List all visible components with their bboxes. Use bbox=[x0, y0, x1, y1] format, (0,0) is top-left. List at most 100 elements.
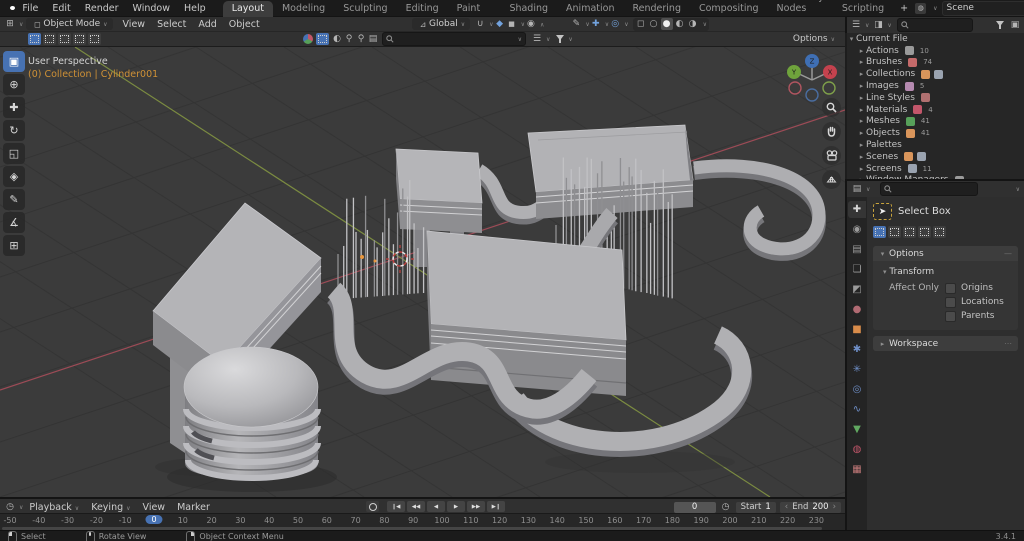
viewport-menu-object[interactable]: Object bbox=[223, 19, 266, 30]
select-mode-new-icon[interactable] bbox=[28, 33, 41, 45]
properties-tab-physics[interactable]: ◎ bbox=[848, 381, 866, 398]
pan-hand-icon[interactable] bbox=[822, 122, 841, 141]
outliner-search-input[interactable] bbox=[897, 18, 973, 32]
object-center-platform[interactable] bbox=[427, 231, 626, 396]
transform-subpanel-header[interactable]: ▾ Transform bbox=[883, 267, 1014, 277]
chevron-down-icon[interactable]: ∨ bbox=[1016, 186, 1020, 193]
properties-tab-view-layer[interactable]: ❏ bbox=[848, 261, 866, 278]
menu-help[interactable]: Help bbox=[177, 3, 213, 14]
panel-drag-grip[interactable]: ⋯ bbox=[1004, 339, 1013, 348]
workspace-tab-compositing[interactable]: Compositing bbox=[690, 1, 768, 17]
viewport-menu-add[interactable]: Add bbox=[192, 19, 222, 30]
options-dropdown[interactable]: Options ∨ bbox=[793, 34, 835, 44]
select-mode-intersect-icon[interactable] bbox=[88, 33, 101, 45]
outliner-item-actions[interactable]: ▸Actions10 bbox=[847, 45, 1024, 57]
ruler-tick[interactable]: 190 bbox=[694, 516, 709, 525]
ruler-tick[interactable]: 160 bbox=[607, 516, 622, 525]
scene-icon[interactable]: ◍ bbox=[915, 3, 926, 14]
select-mode-extend-icon[interactable] bbox=[888, 226, 901, 238]
outliner-item-materials[interactable]: ▸Materials4 bbox=[847, 104, 1024, 116]
gizmo-icon[interactable]: ✚ bbox=[590, 18, 602, 30]
add-cube-tool[interactable]: ⊞ bbox=[3, 235, 25, 256]
play-button[interactable]: ▶ bbox=[447, 501, 465, 512]
properties-tab-world[interactable]: ● bbox=[848, 301, 866, 318]
ruler-tick[interactable]: 140 bbox=[550, 516, 565, 525]
checkbox-origins[interactable] bbox=[945, 283, 956, 294]
properties-tab-material[interactable]: ◍ bbox=[848, 441, 866, 458]
disclosure-triangle-icon[interactable]: ▸ bbox=[857, 141, 866, 149]
outliner-item-palettes[interactable]: ▸Palettes bbox=[847, 139, 1024, 151]
outliner-item-collections[interactable]: ▸Collections bbox=[847, 68, 1024, 80]
outliner-item-screens[interactable]: ▸Screens11 bbox=[847, 163, 1024, 175]
ruler-tick[interactable]: 180 bbox=[665, 516, 680, 525]
timeline-editor-icon[interactable]: ◷ bbox=[4, 501, 16, 513]
disclosure-triangle-icon[interactable]: ▸ bbox=[857, 117, 866, 125]
properties-tab-render[interactable]: ◉ bbox=[848, 221, 866, 238]
ruler-tick[interactable]: 80 bbox=[379, 516, 389, 525]
funnel-filter-icon[interactable] bbox=[555, 34, 565, 44]
current-frame-field[interactable]: 0 bbox=[674, 502, 716, 513]
properties-search-input[interactable] bbox=[880, 182, 978, 196]
disclosure-triangle-icon[interactable]: ▸ bbox=[857, 82, 866, 90]
record-button[interactable] bbox=[366, 501, 379, 512]
jump-to-start-button[interactable]: ❙◀ bbox=[387, 501, 405, 512]
zoom-icon[interactable] bbox=[822, 98, 841, 117]
properties-tab-texture[interactable]: ▦ bbox=[848, 461, 866, 478]
solid-shading-icon[interactable]: ● bbox=[661, 18, 673, 30]
disclosure-triangle-icon[interactable]: ▸ bbox=[857, 165, 866, 173]
disclosure-triangle-icon[interactable]: ▸ bbox=[857, 58, 866, 66]
id-type-icon[interactable] bbox=[303, 34, 313, 44]
sphere-filter-icon[interactable]: ◐ bbox=[331, 33, 343, 45]
ruler-tick[interactable]: 20 bbox=[207, 516, 217, 525]
camera-view-icon[interactable] bbox=[822, 146, 841, 165]
disclosure-triangle-icon[interactable]: ▸ bbox=[857, 129, 866, 137]
checkbox-parents[interactable] bbox=[945, 311, 956, 322]
workspace-tab-uv-editing[interactable]: UV Editing bbox=[397, 0, 448, 17]
overlays-icon[interactable]: ◎ bbox=[609, 18, 621, 30]
properties-tab-output[interactable]: ▤ bbox=[848, 241, 866, 258]
viewport-menu-view[interactable]: View bbox=[117, 19, 152, 30]
annotate-icon[interactable]: ✎ bbox=[570, 18, 582, 30]
ruler-tick[interactable]: 220 bbox=[780, 516, 795, 525]
cursor-tool[interactable]: ⊕ bbox=[3, 74, 25, 95]
timeline-menu-view[interactable]: View bbox=[137, 502, 172, 513]
scene-selector[interactable]: Scene ✦ bbox=[942, 1, 1024, 16]
ruler-tick[interactable]: 50 bbox=[293, 516, 303, 525]
disclosure-triangle-icon[interactable]: ▸ bbox=[857, 70, 866, 78]
pose-filter-icon[interactable]: ⚲ bbox=[355, 33, 367, 45]
menu-edit[interactable]: Edit bbox=[45, 3, 77, 14]
ruler-tick[interactable]: 30 bbox=[235, 516, 245, 525]
viewport-menu-select[interactable]: Select bbox=[151, 19, 192, 30]
workspace-tab-animation[interactable]: Animation bbox=[557, 1, 623, 17]
timeline-menu-keying[interactable]: Keying∨ bbox=[85, 502, 136, 513]
ruler-tick[interactable]: 150 bbox=[578, 516, 593, 525]
outliner-item-scenes[interactable]: ▸Scenes bbox=[847, 151, 1024, 163]
disclosure-triangle-icon[interactable]: ▸ bbox=[857, 94, 866, 102]
ruler-tick[interactable]: -10 bbox=[119, 516, 132, 525]
add-workspace-button[interactable]: + bbox=[893, 3, 915, 14]
annotate-tool[interactable]: ✎ bbox=[3, 189, 25, 210]
move-tool[interactable]: ✚ bbox=[3, 97, 25, 118]
properties-tab-constraints[interactable]: ∿ bbox=[848, 401, 866, 418]
axis-neg-y-ball[interactable] bbox=[823, 82, 835, 94]
axis-neg-z-ball[interactable] bbox=[806, 89, 818, 101]
snap-target-icon[interactable]: ◆ bbox=[494, 18, 506, 30]
properties-tab-tool[interactable]: ✚ bbox=[848, 201, 866, 218]
proportional-editing-icon[interactable]: ◉ bbox=[525, 18, 537, 30]
ruler-tick[interactable]: 60 bbox=[322, 516, 332, 525]
properties-tab-scene[interactable]: ◩ bbox=[848, 281, 866, 298]
new-collection-icon[interactable]: ▣ bbox=[1009, 19, 1021, 31]
select-mode-new-icon[interactable] bbox=[873, 226, 886, 238]
ruler-tick[interactable]: 110 bbox=[463, 516, 478, 525]
workspace-tab-modeling[interactable]: Modeling bbox=[273, 1, 334, 17]
next-keyframe-button[interactable]: ▶▶ bbox=[467, 501, 485, 512]
viewport-canvas[interactable]: Z Y X bbox=[0, 47, 845, 497]
select-mode-invert-icon[interactable] bbox=[918, 226, 931, 238]
funnel-filter-icon[interactable] bbox=[995, 20, 1005, 30]
ruler-tick[interactable]: 230 bbox=[809, 516, 824, 525]
xray-icon[interactable]: ◻ bbox=[635, 18, 647, 30]
ruler-tick[interactable]: 210 bbox=[751, 516, 766, 525]
properties-editor-icon[interactable]: ▤ bbox=[851, 183, 863, 195]
ruler-tick[interactable]: 10 bbox=[178, 516, 188, 525]
snap-magnet-icon[interactable]: ∪ bbox=[474, 18, 486, 30]
